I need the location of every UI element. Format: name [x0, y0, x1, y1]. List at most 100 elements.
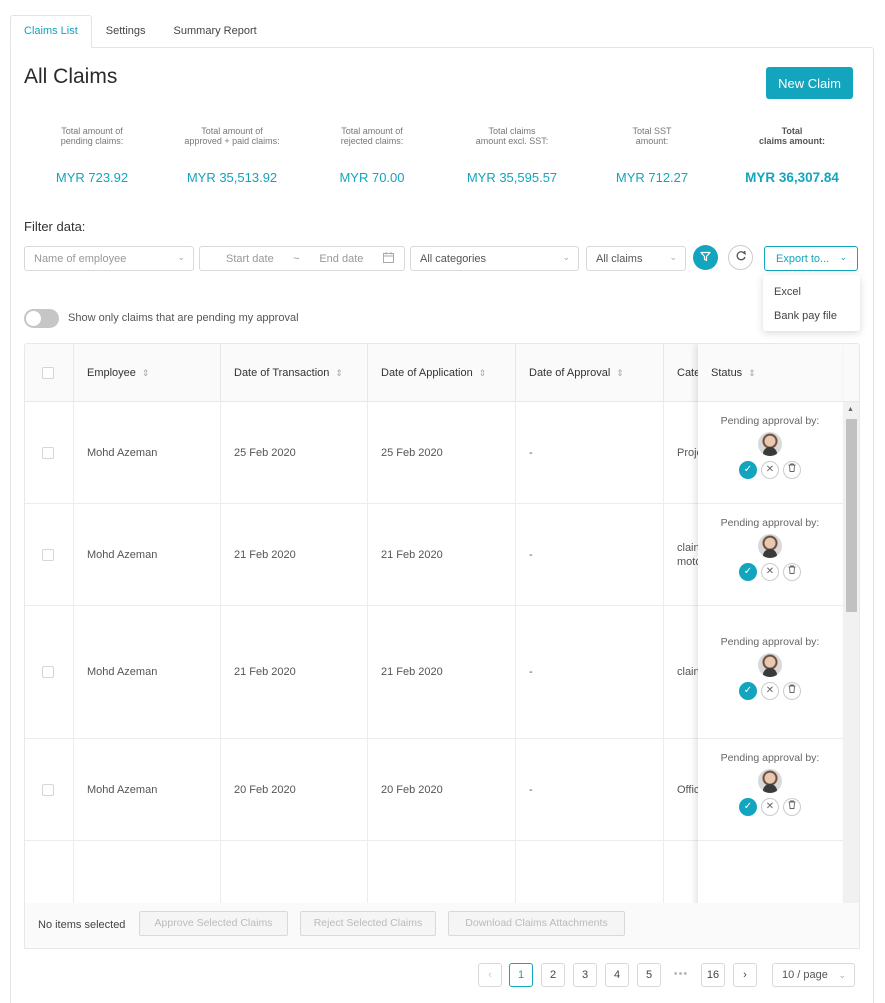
stat-value: MYR 35,595.57: [466, 170, 558, 185]
col-date-application[interactable]: Date of Application ⇕: [368, 344, 516, 402]
claim-scope-select[interactable]: All claims ⌄: [586, 246, 686, 271]
toggle-label: Show only claims that are pending my app…: [68, 312, 299, 324]
application-date-cell: 21 Feb 2020: [368, 606, 516, 738]
status-cell: Pending approval by: ✓ ✕: [698, 739, 842, 841]
calendar-icon: [382, 251, 394, 266]
date-range-picker[interactable]: Start date ~ End date: [199, 246, 405, 271]
next-page-button[interactable]: ›: [733, 963, 757, 987]
trash-icon[interactable]: [783, 563, 801, 581]
page-1[interactable]: 1: [509, 963, 533, 987]
toggle-knob: [26, 311, 41, 326]
download-attachments-button[interactable]: Download Claims Attachments: [448, 911, 625, 936]
stat-total: Total claims amount: MYR 36,307.84: [717, 126, 867, 185]
reject-selected-button[interactable]: Reject Selected Claims: [300, 911, 436, 936]
export-button[interactable]: Export to... ⌄: [764, 246, 858, 271]
end-date-input[interactable]: End date: [319, 253, 363, 265]
chevron-down-icon: ⌄: [838, 970, 846, 980]
approve-check-icon[interactable]: ✓: [739, 461, 757, 479]
page-5[interactable]: 5: [637, 963, 661, 987]
page-size-select[interactable]: 10 / page ⌄: [772, 963, 855, 987]
approver-avatar: [758, 432, 782, 456]
page-title: All Claims: [24, 65, 118, 88]
page-4[interactable]: 4: [605, 963, 629, 987]
col-status[interactable]: Status ⇕: [698, 344, 842, 402]
select-all-cell: [25, 344, 74, 402]
approval-date-cell: -: [516, 504, 664, 605]
refresh-icon: [735, 250, 747, 265]
selection-count: No items selected: [38, 919, 126, 931]
approval-date-cell: -: [516, 402, 664, 503]
reject-x-icon[interactable]: ✕: [761, 682, 779, 700]
export-option-bank-pay-file[interactable]: Bank pay file: [763, 304, 860, 328]
col-employee[interactable]: Employee ⇕: [74, 344, 221, 402]
approve-selected-button[interactable]: Approve Selected Claims: [139, 911, 288, 936]
tab-summary-report[interactable]: Summary Report: [160, 15, 271, 48]
stat-label: Total SST amount:: [632, 126, 672, 146]
pending-label: Pending approval by:: [720, 517, 820, 529]
export-option-excel[interactable]: Excel: [763, 280, 860, 304]
approve-check-icon[interactable]: ✓: [739, 563, 757, 581]
row-checkbox[interactable]: [42, 666, 54, 678]
claim-scope-value: All claims: [596, 252, 643, 265]
col-date-transaction[interactable]: Date of Transaction ⇕: [221, 344, 368, 402]
vertical-scrollbar[interactable]: ▲ ▼: [843, 402, 859, 927]
tab-claims-list[interactable]: Claims List: [10, 15, 92, 48]
sort-icon: ⇕: [478, 368, 487, 378]
stat-value: MYR 723.92: [55, 170, 129, 185]
employee-select[interactable]: Name of employee ⌄: [24, 246, 194, 271]
new-claim-button[interactable]: New Claim: [766, 67, 853, 99]
sort-icon: ⇕: [335, 368, 343, 378]
start-date-input[interactable]: Start date: [226, 253, 274, 265]
reject-x-icon[interactable]: ✕: [761, 798, 779, 816]
page-16[interactable]: 16: [701, 963, 725, 987]
sort-icon: ⇕: [616, 368, 624, 378]
row-checkbox[interactable]: [42, 548, 54, 561]
pagination: ‹ 1 2 3 4 5 ••• 16 › 10 / page ⌄: [11, 963, 875, 988]
page-2[interactable]: 2: [541, 963, 565, 987]
reject-x-icon[interactable]: ✕: [761, 461, 779, 479]
employee-cell: Mohd Azeman: [74, 739, 221, 840]
select-all-checkbox[interactable]: [42, 367, 54, 380]
export-label: Export to...: [776, 252, 830, 265]
export-dropdown: Excel Bank pay file: [763, 275, 860, 331]
stat-value: MYR 35,513.92: [186, 170, 278, 185]
pending-approval-toggle[interactable]: [24, 309, 59, 328]
page-3[interactable]: 3: [573, 963, 597, 987]
prev-page-button[interactable]: ‹: [478, 963, 502, 987]
status-cell: Pending approval by: ✓ ✕: [698, 504, 842, 606]
stat-label: Total claims amount:: [758, 126, 825, 146]
trash-icon[interactable]: [783, 682, 801, 700]
status-column: Status ⇕ Pending approval by: ✓ ✕ Pending…: [698, 344, 842, 927]
employee-cell: Mohd Azeman: [74, 606, 221, 738]
employee-cell: Mohd Azeman: [74, 504, 221, 605]
pending-label: Pending approval by:: [720, 415, 820, 427]
category-value: All categories: [420, 252, 487, 265]
transaction-date-cell: 21 Feb 2020: [221, 606, 368, 738]
tab-settings[interactable]: Settings: [92, 15, 160, 48]
row-checkbox-cell: [25, 402, 74, 503]
row-checkbox[interactable]: [42, 446, 54, 459]
scroll-up-icon[interactable]: ▲: [847, 406, 854, 413]
row-checkbox[interactable]: [42, 783, 54, 796]
reject-x-icon[interactable]: ✕: [761, 563, 779, 581]
row-actions: ✓ ✕: [698, 682, 842, 700]
category-select[interactable]: All categories ⌄: [410, 246, 579, 271]
claims-panel: All Claims New Claim Total amount of pend…: [10, 47, 874, 1003]
apply-filter-button[interactable]: [693, 245, 718, 270]
col-date-approval[interactable]: Date of Approval ⇕: [516, 344, 664, 402]
reset-filter-button[interactable]: [728, 245, 753, 270]
approve-check-icon[interactable]: ✓: [739, 798, 757, 816]
approval-date-cell: -: [516, 606, 664, 738]
approve-check-icon[interactable]: ✓: [739, 682, 757, 700]
trash-icon[interactable]: [783, 798, 801, 816]
stat-value: MYR 712.27: [615, 170, 689, 185]
page-ellipsis[interactable]: •••: [669, 963, 693, 987]
approver-avatar: [758, 769, 782, 793]
approver-avatar: [758, 534, 782, 558]
stat-value: MYR 70.00: [339, 170, 405, 185]
trash-icon[interactable]: [783, 461, 801, 479]
pending-label: Pending approval by:: [720, 636, 820, 648]
scrollbar-thumb[interactable]: [846, 419, 857, 612]
stat-approved-paid: Total amount of approved + paid claims: M…: [157, 126, 307, 185]
chevron-down-icon: ⌄: [839, 252, 847, 262]
